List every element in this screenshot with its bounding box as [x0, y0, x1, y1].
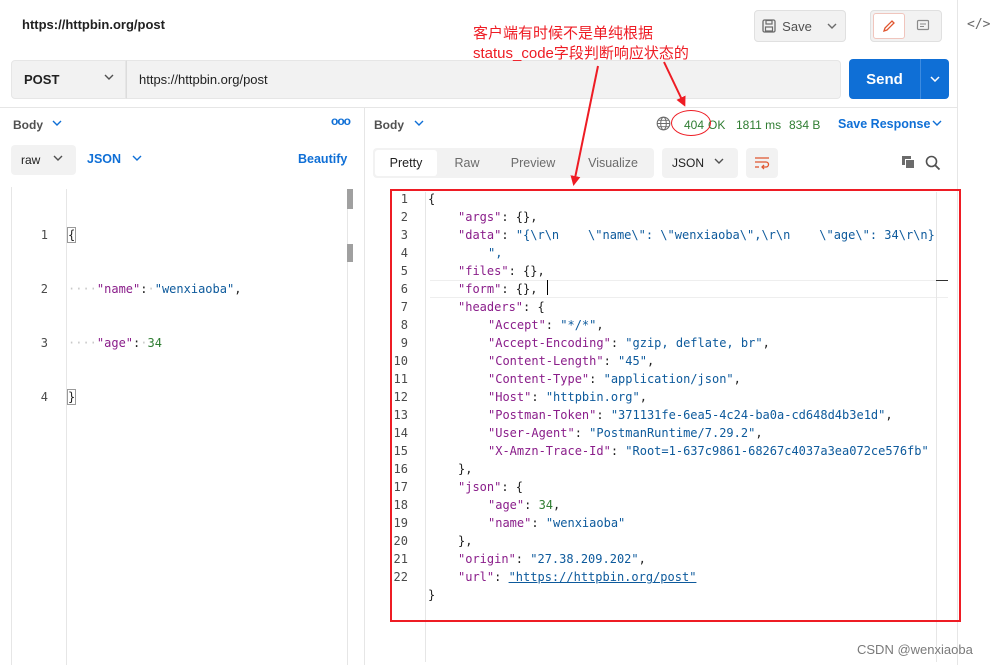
watermark: CSDN @wenxiaoba [857, 642, 973, 657]
arrow-to-body [570, 65, 599, 186]
arrow-to-status [663, 61, 686, 107]
annotation-arrows [570, 61, 686, 186]
